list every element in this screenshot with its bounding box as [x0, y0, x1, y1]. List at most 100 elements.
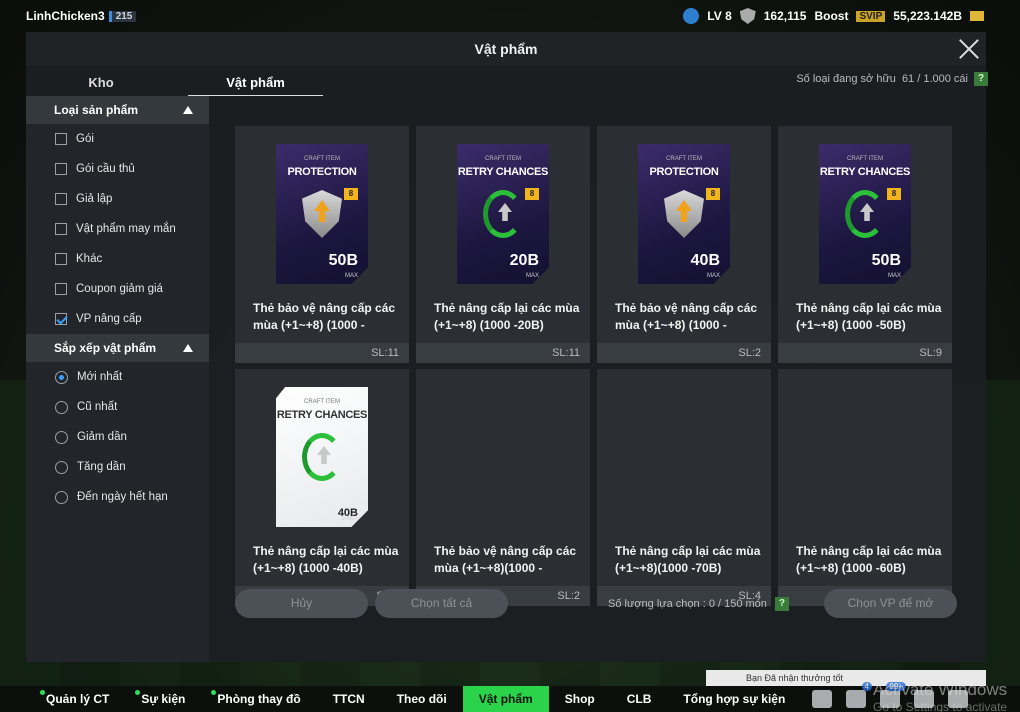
checkbox-icon[interactable]	[55, 223, 67, 235]
select-all-button[interactable]: Chọn tất cả	[375, 589, 508, 618]
item-card[interactable]: CRAFT ITEM RETRY CHANCES 8 20B MAX Thẻ n…	[416, 126, 590, 363]
bottom-nav-item[interactable]: Sự kiện	[125, 686, 201, 712]
level-badge: 8	[706, 188, 720, 200]
radio-icon[interactable]	[55, 490, 68, 504]
checkbox-icon[interactable]	[55, 313, 67, 325]
bottom-nav-label: Quản lý CT	[46, 692, 110, 706]
username: LinhChicken3	[26, 9, 105, 23]
collapse-triangle-icon[interactable]	[183, 344, 193, 352]
modal-title: Vật phẩm	[474, 41, 538, 57]
shield-icon	[302, 190, 342, 238]
points-value: 162,115	[763, 9, 807, 23]
filter-checkbox-option[interactable]: Giả lập	[26, 184, 209, 214]
checkbox-icon[interactable]	[55, 283, 67, 295]
art-subtitle: CRAFT ITEM	[847, 156, 883, 162]
item-card[interactable]: Thẻ nâng cấp lại các mùa (+1~+8)(1000 -7…	[597, 369, 771, 606]
radio-icon[interactable]	[55, 460, 68, 474]
bottom-nav-item[interactable]: CLB	[611, 686, 668, 712]
item-name: Thẻ nâng cấp lại các mùa (+1~+8)(1000 -7…	[615, 544, 761, 575]
item-card-art: CRAFT ITEM RETRY CHANCES 8 20B MAX	[457, 144, 549, 284]
filter-checkbox-option[interactable]: Coupon giảm giá	[26, 274, 209, 304]
new-dot-icon	[211, 690, 217, 695]
radio-icon[interactable]	[55, 400, 68, 414]
team-value-icon	[739, 8, 756, 24]
option-label: Vật phẩm may mắn	[76, 223, 176, 235]
item-card[interactable]: Thẻ bảo vệ nâng cấp các mùa (+1~+8)(1000…	[416, 369, 590, 606]
art-max: MAX	[344, 273, 358, 279]
item-quantity: SL:11	[371, 347, 399, 359]
bottom-nav-item[interactable]: Phòng thay đồ	[201, 686, 316, 712]
collapse-triangle-icon[interactable]	[183, 106, 193, 114]
mail-icon[interactable]: 4	[846, 682, 872, 708]
close-icon[interactable]	[958, 38, 980, 60]
retry-icon	[483, 190, 523, 238]
item-quantity: SL:11	[552, 347, 580, 359]
cancel-button[interactable]: Hủy	[235, 589, 368, 618]
item-card[interactable]: CRAFT ITEM PROTECTION 8 40B MAX Thẻ bảo …	[597, 126, 771, 363]
item-card[interactable]: Thẻ nâng cấp lại các mùa (+1~+8) (1000 -…	[778, 369, 952, 606]
bottom-nav-item[interactable]: Tổng hợp sự kiện	[667, 686, 801, 712]
bottom-nav-item[interactable]: Theo dõi	[381, 686, 463, 712]
bottom-nav-item[interactable]: Vật phẩm	[462, 686, 549, 712]
product-type-list: Gói Gói cầu thủ Giả lập Vật phẩm may mắn Khá…	[26, 124, 209, 334]
tab-vat-pham[interactable]: Vật phẩm	[188, 66, 323, 96]
new-dot-icon	[135, 690, 141, 695]
item-card[interactable]: CRAFT ITEM RETRY CHANCES 8 50B MAX Thẻ n…	[778, 126, 952, 363]
option-label: Đến ngày hết hạn	[77, 491, 168, 503]
sort-radio-option[interactable]: Cũ nhất	[26, 392, 209, 422]
svip-badge[interactable]: SVIP	[856, 10, 886, 22]
chat-icon[interactable]	[812, 690, 832, 708]
tab-kho[interactable]: Kho	[26, 66, 176, 96]
item-name: Thẻ bảo vệ nâng cấp các mùa (+1~+8)(1000…	[434, 544, 577, 575]
art-title: RETRY CHANCES	[457, 166, 549, 178]
item-card[interactable]: CRAFT ITEM RETRY CHANCES 40B 1000~ Thẻ n…	[235, 369, 409, 606]
sort-radio-option[interactable]: Đến ngày hết hạn	[26, 482, 209, 512]
checkbox-icon[interactable]	[55, 253, 67, 265]
item-name: Thẻ nâng cấp lại các mùa (+1~+8) (1000 -…	[796, 544, 942, 575]
top-bar: LinhChicken3 215 LV 8 162,115 Boost SVIP…	[0, 0, 1020, 32]
filter-checkbox-option[interactable]: Gói cầu thủ	[26, 154, 209, 184]
modal-tabs: Kho Vật phẩm	[26, 66, 326, 96]
sort-option-list: Mới nhất Cũ nhất Giảm dần Tăng dần Đến ngày …	[26, 362, 209, 512]
sort-radio-option[interactable]: Tăng dần	[26, 452, 209, 482]
filter-checkbox-option[interactable]: Khác	[26, 244, 209, 274]
art-subtitle: CRAFT ITEM	[666, 156, 702, 162]
bottom-nav-item[interactable]: Shop	[549, 686, 611, 712]
activate-windows-title: Activate Windows	[873, 680, 1008, 699]
option-label: Gói	[76, 133, 94, 145]
checkbox-icon[interactable]	[55, 193, 67, 205]
product-type-header[interactable]: Loại sản phẩm	[26, 96, 209, 124]
art-title: RETRY CHANCES	[819, 166, 911, 178]
art-max: MAX	[887, 273, 901, 279]
bottom-nav-label: Phòng thay đồ	[217, 692, 301, 706]
filter-checkbox-option[interactable]: Gói	[26, 124, 209, 154]
help-icon[interactable]: ?	[974, 72, 988, 86]
boost-label[interactable]: Boost	[814, 9, 848, 23]
checkbox-icon[interactable]	[55, 163, 67, 175]
open-items-button[interactable]: Chọn VP để mở	[824, 589, 957, 618]
item-name: Thẻ nâng cấp lại các mùa (+1~+8) (1000 -…	[253, 544, 399, 575]
owned-label: Số loại đang sở hữu	[796, 73, 896, 85]
option-label: Giả lập	[76, 193, 113, 205]
balance-value: 55,223.142B	[893, 9, 962, 23]
item-card-art: CRAFT ITEM RETRY CHANCES 8 50B MAX	[819, 144, 911, 284]
radio-icon[interactable]	[55, 430, 68, 444]
item-name: Thẻ bảo vệ nâng cấp các mùa (+1~+8) (100…	[615, 301, 758, 332]
art-subtitle: CRAFT ITEM	[485, 156, 521, 162]
sort-header[interactable]: Sắp xếp vật phẩm	[26, 334, 209, 362]
bottom-nav-item[interactable]: TTCN	[317, 686, 381, 712]
item-card[interactable]: CRAFT ITEM PROTECTION 8 50B MAX Thẻ bảo …	[235, 126, 409, 363]
user-info[interactable]: LinhChicken3 215	[26, 9, 137, 23]
checkbox-icon[interactable]	[55, 133, 67, 145]
sort-radio-option[interactable]: Mới nhất	[26, 362, 209, 392]
player-stats: LV 8 162,115 Boost SVIP 55,223.142B	[683, 8, 984, 24]
filter-checkbox-option[interactable]: Vật phẩm may mắn	[26, 214, 209, 244]
filter-checkbox-option[interactable]: VP nâng cấp	[26, 304, 209, 334]
sort-radio-option[interactable]: Giảm dần	[26, 422, 209, 452]
bottom-nav-item[interactable]: Quản lý CT	[0, 686, 125, 712]
art-value: 50B	[328, 252, 358, 269]
art-value: 40B	[690, 252, 720, 269]
radio-icon[interactable]	[55, 370, 68, 384]
art-title: PROTECTION	[287, 166, 357, 178]
help-icon[interactable]: ?	[774, 597, 789, 611]
